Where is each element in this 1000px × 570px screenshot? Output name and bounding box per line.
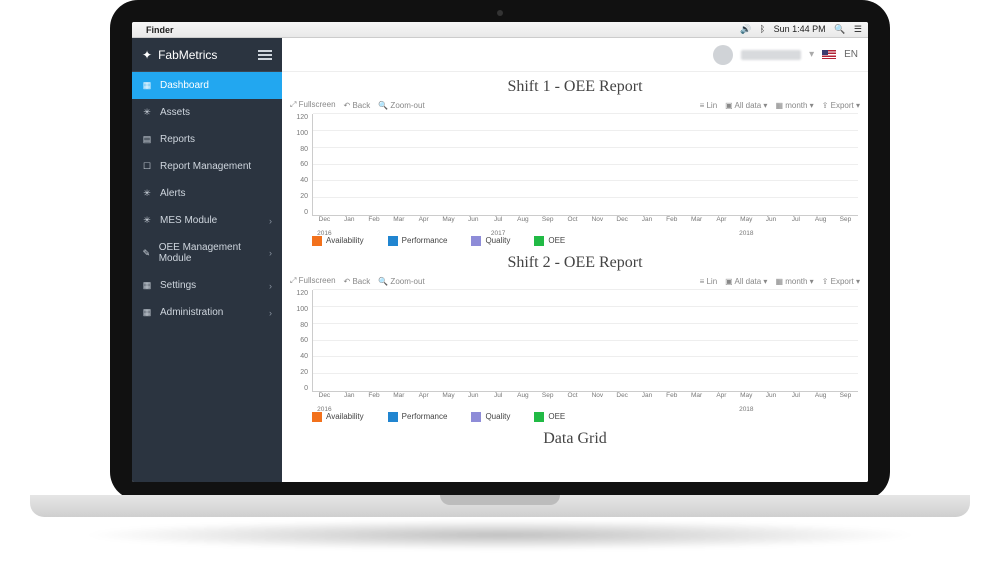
sidebar-item-label: MES Module [160,215,217,226]
scale-lin-button[interactable]: ≡ Lin [700,101,718,110]
chevron-right-icon: › [269,216,272,226]
back-button[interactable]: ↶ Back [344,101,371,110]
laptop-mockup: Finder 🔊 ᛒ Sun 1:44 PM 🔍 ☰ ✦ [0,0,1000,570]
user-menu-chevron-icon[interactable]: ▾ [809,49,814,60]
chevron-right-icon: › [269,281,272,291]
mac-status-tray: 🔊 ᛒ Sun 1:44 PM 🔍 ☰ [734,24,862,35]
sidebar-item-label: Assets [160,107,190,118]
plot[interactable] [312,114,858,216]
x-axis-years: 20162018 [312,406,858,414]
chevron-right-icon: › [269,248,272,258]
sidebar-item-alerts[interactable]: ✳ Alerts [132,180,282,207]
x-axis: DecJanFebMarAprMayJunJulAugSepOctNovDecJ… [312,392,858,406]
zoomout-button[interactable]: 🔍 Zoom-out [378,277,424,286]
chart-block: Shift 1 - OEE Report ⤢ Fullscreen ↶ Back 🔍 … [290,78,860,252]
mac-menubar: Finder 🔊 ᛒ Sun 1:44 PM 🔍 ☰ [132,22,868,38]
sidebar-item-reports[interactable]: ▤ Reports [132,126,282,153]
sidebar-item-settings[interactable]: ▦ Settings › [132,272,282,299]
y-axis: 120100806040200 [290,290,308,392]
laptop-shadow [80,520,920,550]
sidebar-item-report-management[interactable]: ☐ Report Management [132,153,282,180]
sidebar: ✦ FabMetrics ▦ Dashboard ✳ Assets ▤ Reports ☐ R… [132,38,282,482]
mes-icon: ✳ [142,216,152,226]
admin-icon: ▦ [142,308,152,318]
user-name[interactable] [741,50,801,60]
scale-lin-button[interactable]: ≡ Lin [700,277,718,286]
chart-block: Shift 2 - OEE Report ⤢ Fullscreen ↶ Back 🔍 … [290,254,860,428]
plot[interactable] [312,290,858,392]
alert-icon: ✳ [142,189,152,199]
sidebar-item-administration[interactable]: ▦ Administration › [132,299,282,326]
export-button[interactable]: ⇪ Export ▾ [822,277,860,286]
reports-icon: ▤ [142,135,152,145]
doc-icon: ☐ [142,162,152,172]
export-button[interactable]: ⇪ Export ▾ [822,101,860,110]
chart-area: 120100806040200 DecJanFebMarAprMayJunJulA… [290,286,860,406]
range-month-button[interactable]: ▦ month ▾ [775,277,813,286]
chart-toolbar: ⤢ Fullscreen ↶ Back 🔍 Zoom-out ≡ Lin ▣ All d… [290,276,860,286]
fullscreen-button[interactable]: ⤢ Fullscreen [290,276,336,286]
laptop-notch [440,495,560,505]
range-alldata-button[interactable]: ▣ All data ▾ [725,101,767,110]
grid-icon: ▦ [142,81,152,91]
sidebar-item-label: Settings [160,280,196,291]
app-root: ✦ FabMetrics ▦ Dashboard ✳ Assets ▤ Reports ☐ R… [132,38,868,482]
screen: Finder 🔊 ᛒ Sun 1:44 PM 🔍 ☰ ✦ [132,22,868,482]
sidebar-item-label: OEE Management Module [159,242,261,264]
chart-area: 120100806040200 DecJanFebMarAprMayJunJulA… [290,110,860,230]
content: Shift 1 - OEE Report ⤢ Fullscreen ↶ Back 🔍 … [282,72,868,482]
x-axis-years: 201620172018 [312,230,858,238]
range-month-button[interactable]: ▦ month ▾ [775,101,813,110]
sidebar-item-label: Administration [160,307,223,318]
camera-dot [497,10,503,16]
hamburger-icon[interactable] [258,50,272,60]
chart-title: Shift 1 - OEE Report [290,78,860,96]
clock-label[interactable]: Sun 1:44 PM [774,24,826,34]
oee-icon: ✎ [142,248,151,258]
chart-toolbar: ⤢ Fullscreen ↶ Back 🔍 Zoom-out ≡ Lin ▣ All d… [290,100,860,110]
x-axis: DecJanFebMarAprMayJunJulAugSepOctNovDecJ… [312,216,858,230]
sidebar-item-label: Dashboard [160,80,209,91]
chevron-right-icon: › [269,308,272,318]
bluetooth-icon[interactable]: ᛒ [760,24,765,34]
sidebar-item-mes-module[interactable]: ✳ MES Module › [132,207,282,234]
chart-title: Shift 2 - OEE Report [290,254,860,272]
assets-icon: ✳ [142,108,152,118]
settings-icon: ▦ [142,281,152,291]
topbar: ▾ EN [282,38,868,72]
main-panel: ▾ EN Shift 1 - OEE Report ⤢ Fullscreen ↶ B… [282,38,868,482]
spotlight-icon[interactable]: 🔍 [834,24,845,34]
sidebar-nav: ▦ Dashboard ✳ Assets ▤ Reports ☐ Report Managem… [132,72,282,326]
sidebar-item-oee-management-module[interactable]: ✎ OEE Management Module › [132,234,282,272]
language-label[interactable]: EN [844,49,858,60]
sidebar-item-label: Report Management [160,161,251,172]
laptop-bezel: Finder 🔊 ᛒ Sun 1:44 PM 🔍 ☰ ✦ [110,0,890,500]
brand-logo[interactable]: ✦ FabMetrics [142,48,217,62]
sidebar-item-label: Alerts [160,188,186,199]
back-button[interactable]: ↶ Back [344,277,371,286]
fullscreen-button[interactable]: ⤢ Fullscreen [290,100,336,110]
finder-label[interactable]: Finder [146,25,174,35]
sidebar-item-dashboard[interactable]: ▦ Dashboard [132,72,282,99]
brand-bar: ✦ FabMetrics [132,38,282,72]
range-alldata-button[interactable]: ▣ All data ▾ [725,277,767,286]
control-center-icon[interactable]: ☰ [854,24,862,34]
brand-mark-icon: ✦ [142,48,152,62]
avatar[interactable] [713,45,733,65]
volume-icon[interactable]: 🔊 [740,24,751,34]
flag-us-icon[interactable] [822,50,836,59]
sidebar-item-assets[interactable]: ✳ Assets [132,99,282,126]
data-grid-heading: Data Grid [290,430,860,448]
y-axis: 120100806040200 [290,114,308,216]
brand-name: FabMetrics [158,48,217,62]
zoomout-button[interactable]: 🔍 Zoom-out [378,101,424,110]
sidebar-item-label: Reports [160,134,195,145]
